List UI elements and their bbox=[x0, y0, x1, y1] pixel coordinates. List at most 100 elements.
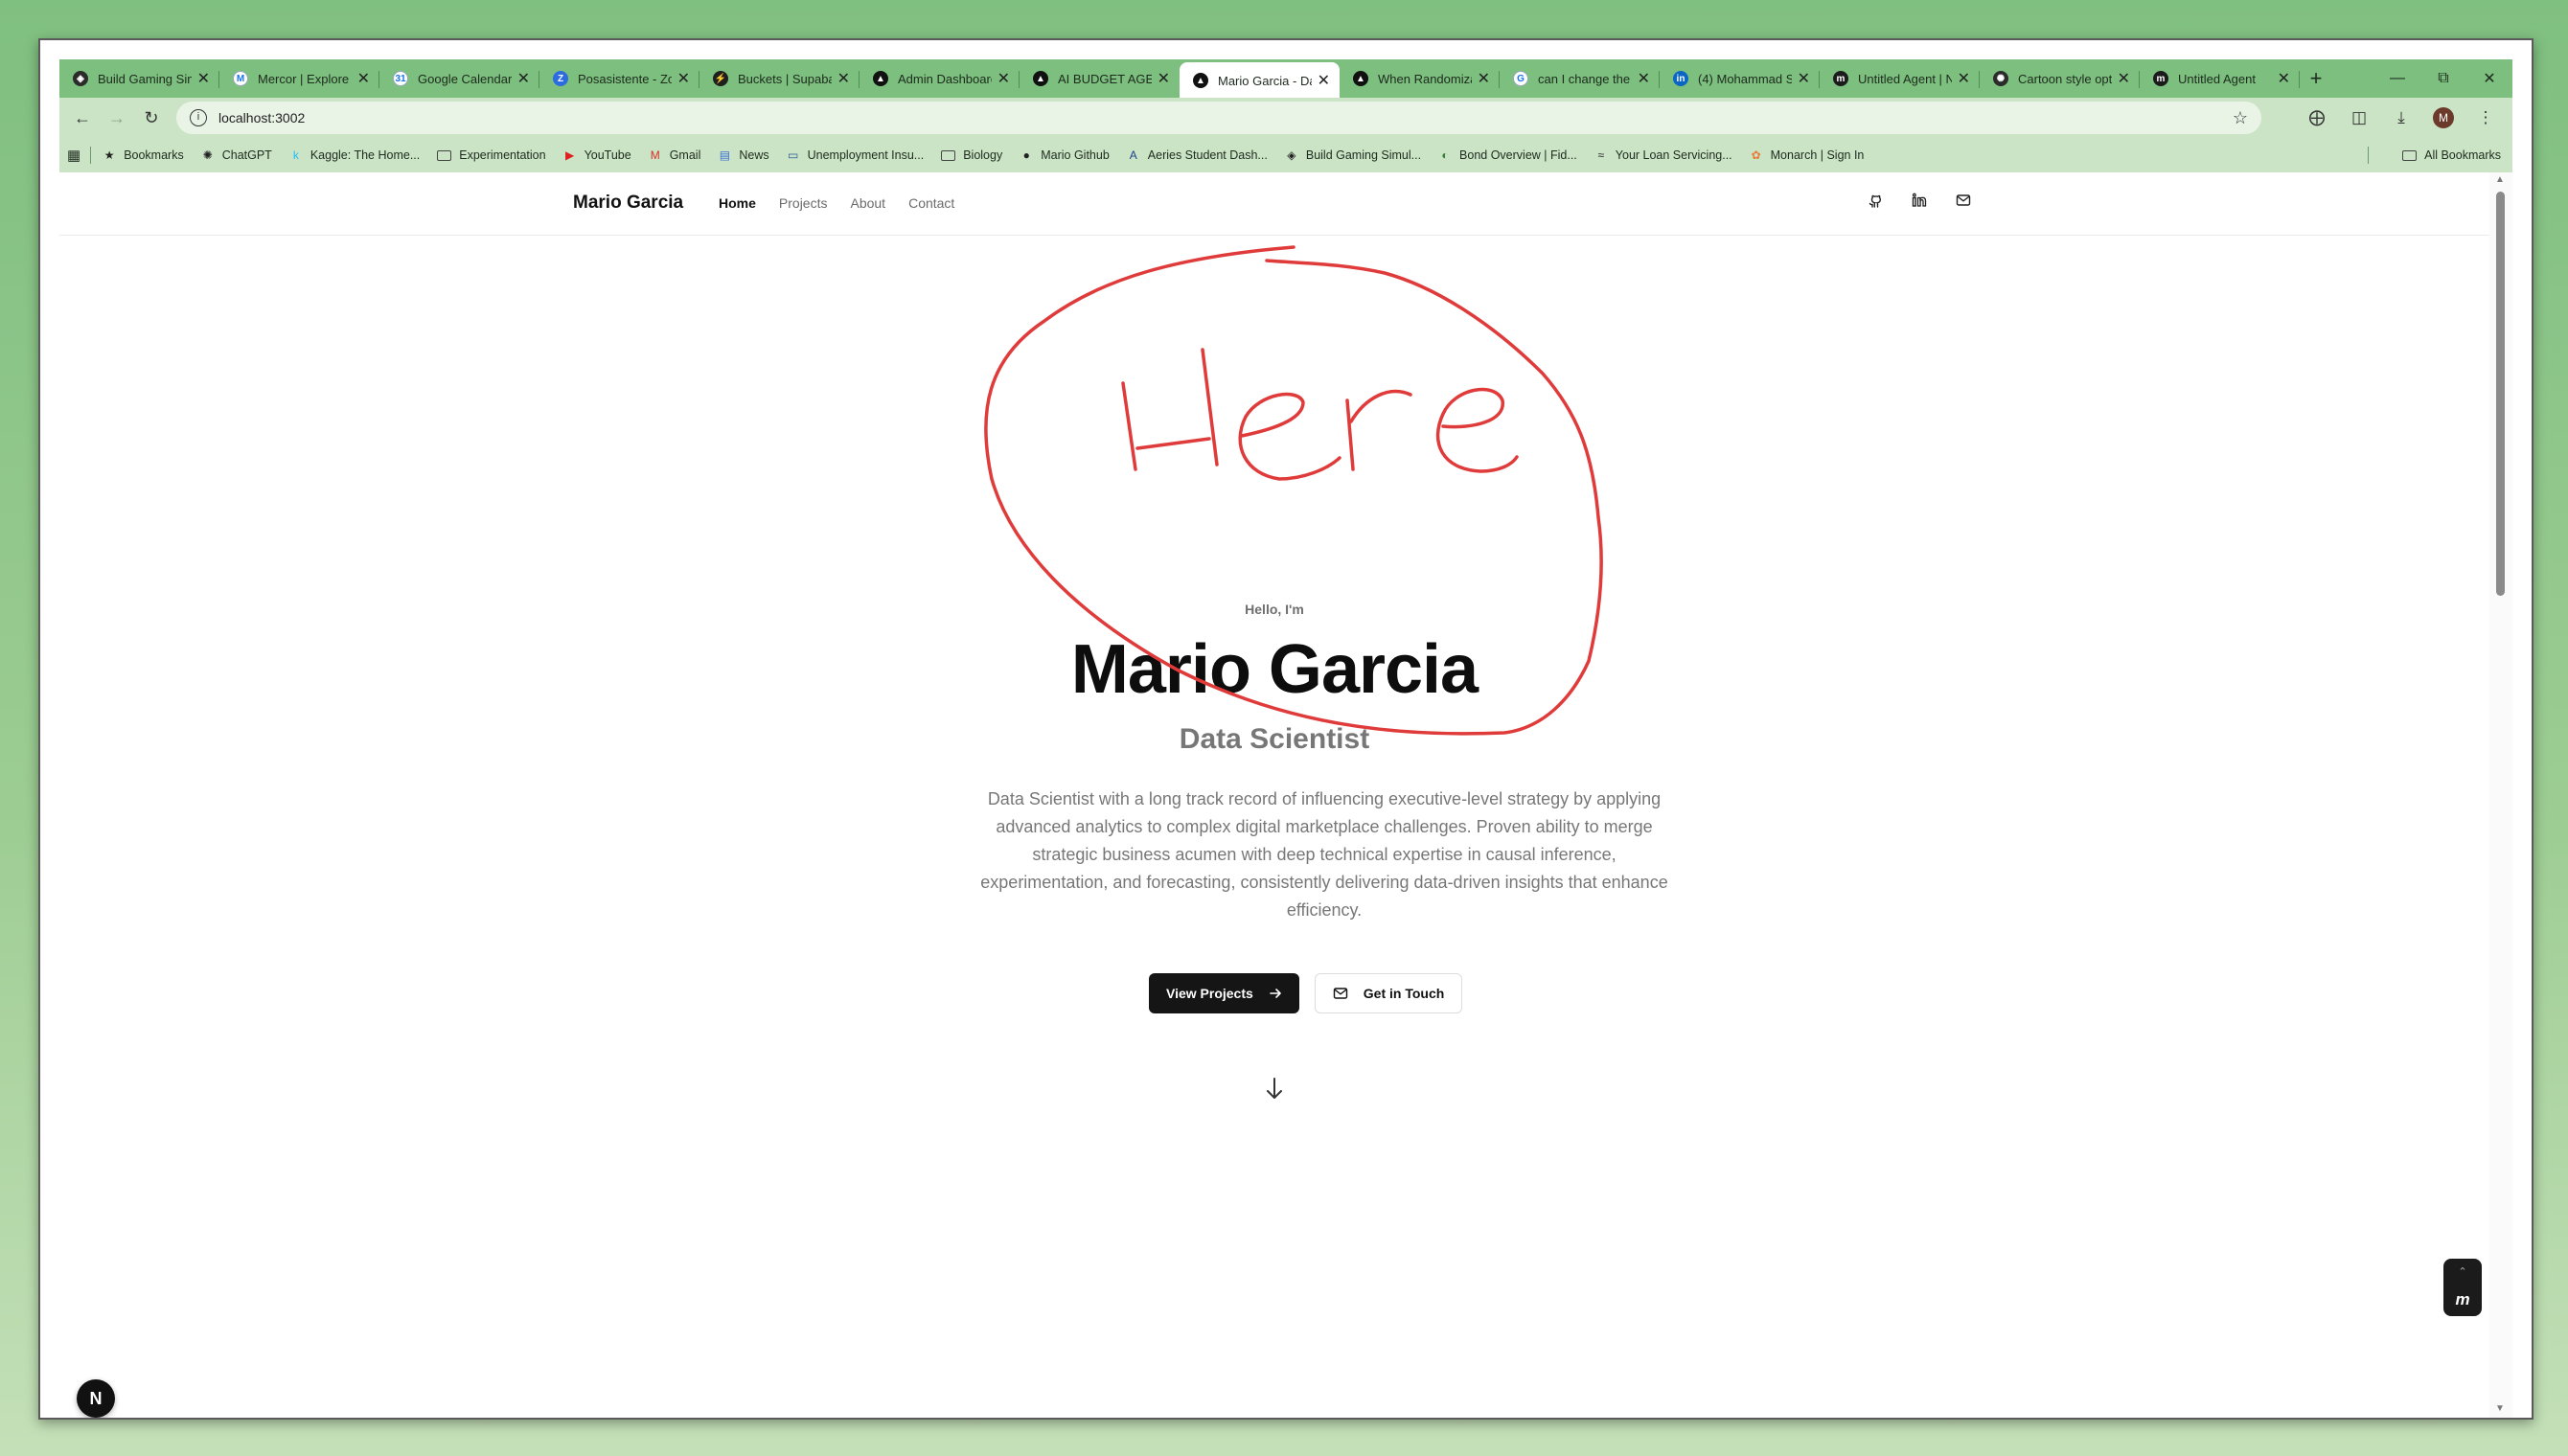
bookmark-label[interactable]: Aeries Student Dash... bbox=[1148, 148, 1268, 162]
nav-link-about[interactable]: About bbox=[850, 195, 885, 211]
bookmark-label[interactable]: Bond Overview | Fid... bbox=[1459, 148, 1577, 162]
back-icon[interactable]: ← bbox=[65, 101, 100, 135]
all-bookmarks-label[interactable]: All Bookmarks bbox=[2424, 148, 2501, 162]
bookmark-label[interactable]: News bbox=[739, 148, 768, 162]
tab-close-icon[interactable]: ✕ bbox=[2118, 69, 2130, 88]
bookmark-label[interactable]: Build Gaming Simul... bbox=[1306, 148, 1421, 162]
bookmark-label[interactable]: Kaggle: The Home... bbox=[310, 148, 420, 162]
tab-title[interactable]: can I change the bbox=[1538, 72, 1632, 86]
tab-10[interactable]: Gcan I change the ✕ bbox=[1500, 62, 1660, 95]
bookmark-item[interactable]: ▤ News bbox=[718, 148, 769, 162]
bookmark-label[interactable]: Gmail bbox=[670, 148, 701, 162]
tab-close-icon[interactable]: ✕ bbox=[517, 69, 530, 88]
tab-close-icon[interactable]: ✕ bbox=[357, 69, 370, 88]
bookmark-item[interactable]: ▭ Unemployment Insu... bbox=[787, 148, 925, 162]
bookmark-label[interactable]: Experimentation bbox=[459, 148, 545, 162]
tab-close-icon[interactable]: ✕ bbox=[1318, 71, 1330, 90]
tab-9[interactable]: ▲ When Randomiza ✕ bbox=[1340, 62, 1500, 95]
tab-title[interactable]: Untitled Agent | N bbox=[1858, 72, 1952, 86]
tab-title[interactable]: Buckets | Supabas bbox=[738, 72, 832, 86]
bookmark-item[interactable]: Biology bbox=[941, 148, 1002, 162]
close-window-icon[interactable]: ✕ bbox=[2466, 59, 2512, 98]
tab-11[interactable]: in (4) Mohammad S ✕ bbox=[1660, 62, 1820, 95]
scroll-down-icon[interactable]: ▼ bbox=[2495, 1403, 2505, 1414]
scrollbar-thumb[interactable] bbox=[2496, 192, 2505, 596]
bookmark-item[interactable]: ◈ Build Gaming Simul... bbox=[1285, 148, 1421, 162]
tab-title[interactable]: Posasistente - Zo bbox=[578, 72, 672, 86]
bookmark-label[interactable]: Monarch | Sign In bbox=[1771, 148, 1865, 162]
tab-close-icon[interactable]: ✕ bbox=[677, 69, 690, 88]
tab-14[interactable]: m Untitled Agent ✕ bbox=[2140, 62, 2300, 95]
bookmark-label[interactable]: Mario Github bbox=[1041, 148, 1110, 162]
bookmark-label[interactable]: Unemployment Insu... bbox=[808, 148, 925, 162]
bookmark-label[interactable]: YouTube bbox=[585, 148, 631, 162]
url-text[interactable]: localhost:3002 bbox=[218, 110, 305, 125]
bookmark-label[interactable]: Biology bbox=[963, 148, 1002, 162]
bookmark-item[interactable]: ▶ YouTube bbox=[563, 148, 631, 162]
site-info-icon[interactable]: i bbox=[190, 109, 207, 126]
page-scrollbar[interactable]: ▲ ▼ bbox=[2489, 172, 2512, 1418]
chevron-up-icon[interactable]: ⌃ bbox=[2458, 1265, 2466, 1278]
tab-13[interactable]: ✺ Cartoon style opti ✕ bbox=[1980, 62, 2140, 95]
nav-link-home[interactable]: Home bbox=[719, 195, 756, 211]
bookmark-item[interactable]: ★ Bookmarks bbox=[103, 148, 184, 162]
tab-1[interactable]: ◈ Build Gaming Sim ✕ bbox=[59, 62, 219, 95]
bookmark-label[interactable]: Bookmarks bbox=[124, 148, 184, 162]
get-in-touch-button[interactable]: Get in Touch bbox=[1314, 973, 1463, 1013]
profile-button[interactable]: M bbox=[2426, 101, 2461, 135]
bookmark-item[interactable]: k Kaggle: The Home... bbox=[289, 148, 420, 162]
tab-close-icon[interactable]: ✕ bbox=[1158, 69, 1170, 88]
tab-title[interactable]: (4) Mohammad S bbox=[1698, 72, 1792, 86]
bookmark-item[interactable]: ● Mario Github bbox=[1020, 148, 1110, 162]
nextjs-dev-badge[interactable]: N bbox=[77, 1379, 115, 1418]
apps-icon[interactable]: ▦ bbox=[67, 147, 80, 164]
tab-5[interactable]: ⚡ Buckets | Supabas ✕ bbox=[699, 62, 860, 95]
bookmark-label[interactable]: ChatGPT bbox=[222, 148, 272, 162]
tab-4[interactable]: Z Posasistente - Zo ✕ bbox=[539, 62, 699, 95]
tab-close-icon[interactable]: ✕ bbox=[1478, 69, 1490, 88]
bookmark-item[interactable]: M Gmail bbox=[649, 148, 701, 162]
github-icon[interactable] bbox=[1867, 192, 1884, 209]
mail-icon[interactable] bbox=[1955, 192, 1972, 209]
tab-close-icon[interactable]: ✕ bbox=[837, 69, 850, 88]
avatar[interactable]: M bbox=[2433, 107, 2454, 128]
tab-close-icon[interactable]: ✕ bbox=[997, 69, 1010, 88]
all-bookmarks-button[interactable]: All Bookmarks bbox=[2402, 148, 2501, 162]
bookmark-item[interactable]: Experimentation bbox=[437, 148, 546, 162]
site-brand[interactable]: Mario Garcia bbox=[573, 193, 683, 214]
tab-7[interactable]: ▲ AI BUDGET AGEN ✕ bbox=[1020, 62, 1180, 95]
bookmark-star-icon[interactable]: ☆ bbox=[2233, 108, 2248, 128]
tab-title[interactable]: Mario Garcia - Da bbox=[1218, 74, 1312, 88]
tab-close-icon[interactable]: ✕ bbox=[1638, 69, 1650, 88]
bookmark-item[interactable]: ✺ ChatGPT bbox=[201, 148, 272, 162]
bookmark-item[interactable]: ◐ Bond Overview | Fid... bbox=[1438, 148, 1577, 162]
tab-8[interactable]: ▲ Mario Garcia - Da ✕ bbox=[1180, 62, 1340, 99]
tab-title[interactable]: Build Gaming Sim bbox=[98, 72, 192, 86]
linkedin-icon[interactable] bbox=[1911, 192, 1928, 209]
scroll-up-icon[interactable]: ▲ bbox=[2495, 174, 2505, 185]
floating-widget[interactable]: ⌃ m bbox=[2443, 1259, 2482, 1316]
tab-title[interactable]: Mercor | Explore bbox=[258, 72, 352, 86]
forward-icon[interactable]: → bbox=[100, 101, 134, 135]
tab-close-icon[interactable]: ✕ bbox=[197, 69, 210, 88]
tab-close-icon[interactable]: ✕ bbox=[1798, 69, 1810, 88]
reload-icon[interactable]: ↻ bbox=[134, 101, 169, 135]
view-projects-label[interactable]: View Projects bbox=[1166, 986, 1253, 1001]
tab-search-icon[interactable]: ◫ bbox=[2342, 101, 2376, 135]
bookmark-label[interactable]: Your Loan Servicing... bbox=[1616, 148, 1732, 162]
menu-icon[interactable]: ⋮ bbox=[2468, 101, 2503, 135]
bookmark-item[interactable]: A Aeries Student Dash... bbox=[1127, 148, 1268, 162]
address-bar[interactable]: i localhost:3002 ☆ bbox=[176, 102, 2261, 134]
tab-title[interactable]: When Randomiza bbox=[1378, 72, 1472, 86]
tab-title[interactable]: Cartoon style opti bbox=[2018, 72, 2112, 86]
get-in-touch-label[interactable]: Get in Touch bbox=[1364, 986, 1445, 1001]
tab-title[interactable]: AI BUDGET AGEN bbox=[1058, 72, 1152, 86]
tab-6[interactable]: ▲ Admin Dashboard ✕ bbox=[860, 62, 1020, 95]
nav-link-projects[interactable]: Projects bbox=[779, 195, 828, 211]
nav-link-contact[interactable]: Contact bbox=[908, 195, 954, 211]
bookmark-item[interactable]: ≈ Your Loan Servicing... bbox=[1594, 148, 1732, 162]
restore-icon[interactable]: ⧉ bbox=[2420, 59, 2466, 98]
extensions-icon[interactable]: ⨁ bbox=[2300, 101, 2334, 135]
tab-title[interactable]: Untitled Agent bbox=[2178, 72, 2272, 86]
tab-close-icon[interactable]: ✕ bbox=[1958, 69, 1970, 88]
